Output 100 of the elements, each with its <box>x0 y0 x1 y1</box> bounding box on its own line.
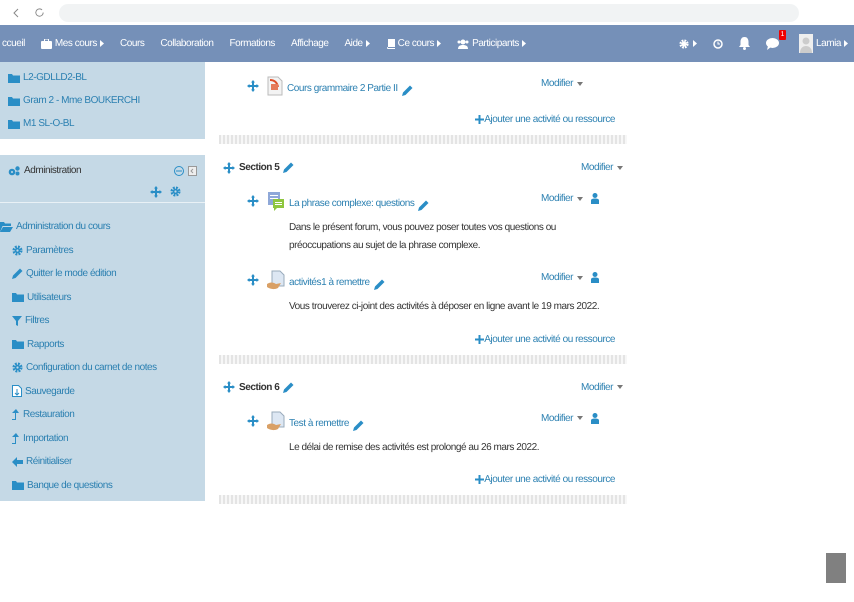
dropdown-caret-icon <box>576 82 583 86</box>
caret-icon <box>844 40 848 47</box>
settings-menu[interactable] <box>679 38 697 48</box>
edit-pencil-icon[interactable] <box>352 420 364 430</box>
edit-menu-link[interactable]: Modifier <box>541 191 583 206</box>
folder-icon <box>12 292 24 302</box>
admin-menu-item[interactable]: Réinitialiser <box>0 454 205 469</box>
edit-pencil-icon[interactable] <box>402 85 413 96</box>
add-activity-link[interactable]: Ajouter une activité ou ressource <box>475 472 615 487</box>
chat-bubble-icon[interactable] <box>766 38 779 50</box>
book-icon <box>386 38 395 48</box>
folder-icon <box>8 118 20 128</box>
gear-icon <box>679 38 689 48</box>
reload-icon[interactable] <box>34 7 45 18</box>
admin-menu-item[interactable]: Restauration <box>0 407 205 422</box>
user-menu[interactable]: Lamia <box>799 34 848 53</box>
edit-pencil-icon[interactable] <box>283 382 294 392</box>
open-folder-icon <box>0 222 13 232</box>
activity-link[interactable]: La phrase complexe: questions <box>289 196 414 211</box>
edit-menu-link[interactable]: Modifier <box>541 270 583 285</box>
caret-icon <box>693 40 697 47</box>
folder-icon <box>12 480 24 490</box>
edit-menu-link[interactable]: Modifier <box>541 410 583 426</box>
move-icon[interactable] <box>223 162 235 174</box>
edit-menu-link[interactable]: Modifier <box>581 380 623 394</box>
dock-icon[interactable] <box>188 166 197 176</box>
admin-menu-item[interactable]: Quitter le mode édition <box>0 266 205 281</box>
activity-description: Le délai de remise des activités est prolongé au 26 mars 2022. <box>288 440 540 454</box>
edit-pencil-icon[interactable] <box>374 279 385 290</box>
move-icon[interactable] <box>247 414 259 426</box>
nav-menu-item[interactable]: Cours <box>120 36 144 51</box>
filter-icon <box>12 316 22 326</box>
course-link[interactable]: M1 SL-O-BL <box>8 116 205 131</box>
plus-icon <box>475 475 484 484</box>
activity-description: Vous trouverez ci-joint des activités à déposer en ligne avant le 19 mars 2022. <box>288 300 600 314</box>
add-activity-link[interactable]: Ajouter une activité ou ressource <box>475 332 615 346</box>
nav-menu-item[interactable]: Aide <box>344 36 370 51</box>
section-title: Section 5 <box>239 161 280 175</box>
folder-icon <box>12 339 24 349</box>
admin-menu-item[interactable]: Utilisateurs <box>0 290 205 304</box>
forum-icon <box>267 191 285 211</box>
plus-icon <box>475 115 484 124</box>
admin-menu-item[interactable]: Configuration du carnet de notes <box>0 360 205 375</box>
activity-description: Dans le présent forum, vous pouvez poser toutes vos questions ou préoccupations au sujet de la phrase complexe. <box>288 221 557 252</box>
admin-menu-item[interactable]: Filtres <box>0 313 205 328</box>
person-icon[interactable] <box>590 412 599 424</box>
upload-arrow-icon <box>12 409 20 420</box>
collapse-icon[interactable] <box>174 166 184 176</box>
edit-pencil-icon[interactable] <box>418 200 430 211</box>
admin-menu-item[interactable]: Sauvegarde <box>0 384 205 398</box>
backup-file-icon <box>12 385 22 397</box>
person-icon[interactable] <box>590 272 599 283</box>
nav-menu-item[interactable]: Formations <box>229 36 275 51</box>
dropdown-caret-icon <box>617 385 623 389</box>
gear-icon <box>12 244 23 256</box>
admin-menu-item[interactable]: Paramètres <box>0 242 205 258</box>
activity-link[interactable]: Cours grammaire 2 Partie II <box>287 81 398 96</box>
document-hand-icon <box>267 410 285 430</box>
nav-menu-item[interactable]: Participants <box>457 36 526 51</box>
nav-menu-item[interactable]: Collaboration <box>160 36 214 51</box>
add-activity-link[interactable]: Ajouter une activité ou ressource <box>475 112 615 127</box>
move-icon[interactable] <box>150 186 162 198</box>
dropdown-caret-icon <box>617 166 623 170</box>
edit-menu-link[interactable]: Modifier <box>581 160 623 175</box>
admin-menu-item[interactable]: Importation <box>0 430 205 446</box>
nav-menu-item[interactable]: Mes cours <box>40 36 104 51</box>
section-title: Section 6 <box>239 380 280 394</box>
nav-menu-item[interactable]: Ce cours <box>386 36 442 51</box>
edit-menu-link[interactable]: Modifier <box>541 76 583 91</box>
move-icon[interactable] <box>247 80 259 92</box>
person-icon[interactable] <box>590 193 599 204</box>
plus-icon <box>475 334 484 344</box>
folder-icon <box>8 96 20 106</box>
activity-link[interactable]: Test à remettre <box>289 416 349 430</box>
move-icon[interactable] <box>247 274 259 286</box>
folder-icon <box>8 72 20 82</box>
admin-menu-item[interactable]: Banque de questions <box>0 478 205 492</box>
nav-menu-item[interactable]: ccueil <box>2 36 25 51</box>
notification-bell-icon[interactable] <box>739 37 750 50</box>
briefcase-icon <box>40 38 52 48</box>
left-arrow-icon <box>12 456 23 466</box>
block-title: Administration <box>24 164 82 178</box>
activity-link[interactable]: activités1 à remettre <box>289 275 370 290</box>
dropdown-caret-icon <box>576 276 583 280</box>
gear-icon <box>12 362 23 373</box>
users-icon <box>457 38 470 48</box>
user-avatar-icon <box>799 34 813 53</box>
dropdown-caret-icon <box>576 416 583 420</box>
gear-icon[interactable] <box>170 186 181 197</box>
move-icon[interactable] <box>223 381 235 393</box>
nav-menu-item[interactable]: Affichage <box>290 36 328 51</box>
edit-pencil-icon[interactable] <box>283 162 294 173</box>
back-icon[interactable] <box>12 8 20 18</box>
clock-icon[interactable] <box>713 38 723 48</box>
course-link[interactable]: Gram 2 - Mme BOUKERCHI <box>8 93 205 108</box>
move-icon[interactable] <box>247 195 259 207</box>
admin-menu-item[interactable]: Administration du cours <box>0 219 205 234</box>
admin-menu-item[interactable]: Rapports <box>0 336 205 352</box>
document-image-icon <box>267 76 283 96</box>
course-link[interactable]: L2-GDLLD2-BL <box>8 70 205 85</box>
